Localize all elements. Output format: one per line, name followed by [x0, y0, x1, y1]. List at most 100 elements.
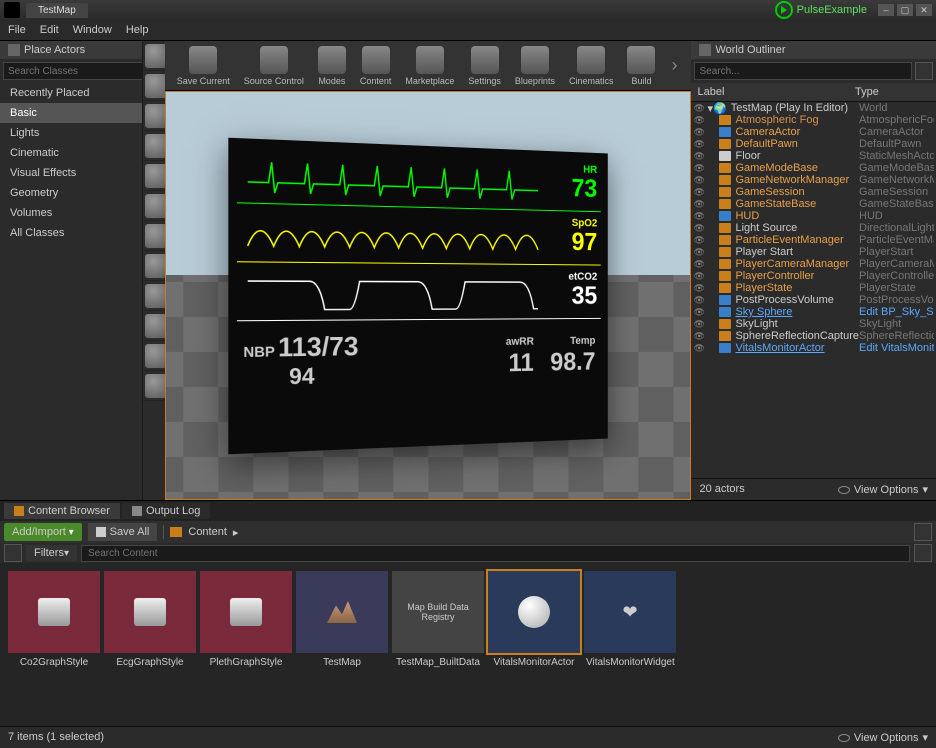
vitals-monitor: HR73 SpO297 etCO235 NBP 113/73 94 awR [228, 137, 607, 454]
toolbar-modes[interactable]: Modes [312, 44, 352, 88]
add-import-button[interactable]: Add/Import ▾ [4, 523, 82, 541]
toolbar-blueprints[interactable]: Blueprints [509, 44, 561, 88]
outliner-row[interactable]: 👁SkyLightSkyLight [691, 318, 936, 330]
toolbar-source-control[interactable]: Source Control [238, 44, 310, 88]
outliner-row[interactable]: 👁FloorStaticMeshActor [691, 150, 936, 162]
save-all-button[interactable]: Save All [88, 523, 158, 541]
content-search-icon[interactable] [914, 544, 932, 562]
pleth-wave [237, 209, 547, 263]
asset-TestMap[interactable]: TestMap [296, 571, 388, 718]
outliner-row[interactable]: 👁PlayerControllerPlayerController [691, 270, 936, 282]
asset-VitalsMonitorWidget[interactable]: ❤VitalsMonitorWidget [584, 571, 676, 718]
outliner-row[interactable]: 👁DefaultPawnDefaultPawn [691, 138, 936, 150]
output-log-tab[interactable]: Output Log [122, 503, 210, 519]
content-browser-tab[interactable]: Content Browser [4, 503, 120, 519]
outliner-col-label[interactable]: Label [697, 86, 855, 98]
actor-item[interactable]: Em [143, 41, 165, 71]
viewport[interactable]: HR73 SpO297 etCO235 NBP 113/73 94 awR [165, 91, 692, 500]
actor-item[interactable]: Sp [143, 221, 165, 251]
asset-TestMap_BuiltData[interactable]: Map Build Data RegistryTestMap_BuiltData [392, 571, 484, 718]
outliner-row[interactable]: 👁SphereReflectionCaptureSphereReflection… [691, 330, 936, 342]
outliner-row[interactable]: 👁Atmospheric FogAtmosphericFog [691, 114, 936, 126]
minimize-button[interactable]: – [878, 4, 894, 16]
actor-item[interactable]: Bo [143, 341, 165, 371]
actor-item[interactable]: Co [143, 281, 165, 311]
outliner-row[interactable]: 👁PlayerCameraManagerPlayerCameraMan [691, 258, 936, 270]
category-cinematic[interactable]: Cinematic [0, 143, 142, 163]
world-outliner-tab[interactable]: World Outliner [691, 41, 936, 59]
outliner-row[interactable]: 👁ParticleEventManagerParticleEventMana [691, 234, 936, 246]
disk-icon [96, 527, 106, 537]
actor-item[interactable]: Pla [143, 161, 165, 191]
place-actors-tab[interactable]: Place Actors [0, 41, 142, 59]
menu-window[interactable]: Window [73, 24, 112, 36]
world-outliner-panel: World Outliner Label Type 👁▾🌍TestMap (Pl… [691, 41, 936, 500]
content-count: 7 items (1 selected) [8, 731, 104, 744]
actor-item[interactable]: Em [143, 101, 165, 131]
actor-item[interactable]: Pla [143, 311, 165, 341]
lock-button[interactable] [914, 523, 932, 541]
category-all-classes[interactable]: All Classes [0, 223, 142, 243]
asset-VitalsMonitorActor[interactable]: VitalsMonitorActor [488, 571, 580, 718]
outliner-row[interactable]: 👁PostProcessVolumePostProcessVolum [691, 294, 936, 306]
maximize-button[interactable]: ▢ [897, 4, 913, 16]
toolbar-overflow[interactable]: › [663, 55, 685, 76]
category-volumes[interactable]: Volumes [0, 203, 142, 223]
outliner-view-options[interactable]: View Options▾ [838, 483, 928, 496]
category-geometry[interactable]: Geometry [0, 183, 142, 203]
folder-icon [170, 527, 182, 537]
outliner-root[interactable]: 👁▾🌍TestMap (Play In Editor)World [691, 102, 936, 114]
ecg-wave [237, 150, 547, 209]
asset-Co2GraphStyle[interactable]: Co2GraphStyle [8, 571, 100, 718]
outliner-count: 20 actors [699, 483, 744, 496]
actor-item[interactable]: Em [143, 71, 165, 101]
outliner-row[interactable]: 👁VitalsMonitorActorEdit VitalsMonito [691, 342, 936, 354]
outliner-row[interactable]: 👁Sky SphereEdit BP_Sky_Sph [691, 306, 936, 318]
outliner-row[interactable]: 👁HUDHUD [691, 210, 936, 222]
outliner-row[interactable]: 👁Player StartPlayerStart [691, 246, 936, 258]
actor-item[interactable]: Po [143, 131, 165, 161]
menubar: File Edit Window Help [0, 20, 936, 40]
close-button[interactable]: ✕ [916, 4, 932, 16]
actor-item[interactable]: Cu [143, 191, 165, 221]
outliner-search-input[interactable] [694, 62, 912, 80]
category-basic[interactable]: Basic [0, 103, 142, 123]
co2-wave [237, 268, 547, 320]
toolbar-content[interactable]: Content [354, 44, 398, 88]
search-classes-input[interactable] [3, 62, 145, 80]
content-grid: Co2GraphStyleEcgGraphStylePlethGraphStyl… [0, 563, 936, 726]
filters-button[interactable]: Filters▾ [26, 545, 77, 561]
titlebar: TestMap PulseExample – ▢ ✕ [0, 0, 936, 20]
category-recently-placed[interactable]: Recently Placed [0, 83, 142, 103]
toolbar-cinematics[interactable]: Cinematics [563, 44, 620, 88]
menu-edit[interactable]: Edit [40, 24, 59, 36]
asset-PlethGraphStyle[interactable]: PlethGraphStyle [200, 571, 292, 718]
content-view-options[interactable]: View Options▾ [838, 731, 928, 744]
actor-item[interactable]: Cyl [143, 251, 165, 281]
toolbar-settings[interactable]: Settings [462, 44, 507, 88]
asset-EcgGraphStyle[interactable]: EcgGraphStyle [104, 571, 196, 718]
outliner-row[interactable]: 👁GameNetworkManagerGameNetworkMan [691, 174, 936, 186]
project-name: PulseExample [797, 4, 867, 16]
toolbar-build[interactable]: Build [621, 44, 661, 88]
level-tab[interactable]: TestMap [26, 3, 88, 18]
category-lights[interactable]: Lights [0, 123, 142, 143]
outliner-row[interactable]: 👁PlayerStatePlayerState [691, 282, 936, 294]
outliner-row[interactable]: 👁GameSessionGameSession [691, 186, 936, 198]
menu-file[interactable]: File [8, 24, 26, 36]
toolbar-save-current[interactable]: Save Current [171, 44, 236, 88]
content-search-input[interactable] [81, 545, 910, 562]
outliner-row[interactable]: 👁CameraActorCameraActor [691, 126, 936, 138]
place-actors-panel: Place Actors Recently PlacedBasicLightsC… [0, 41, 142, 500]
outliner-col-type[interactable]: Type [855, 86, 930, 98]
outliner-row[interactable]: 👁GameStateBaseGameStateBase [691, 198, 936, 210]
outliner-row[interactable]: 👁GameModeBaseGameModeBase [691, 162, 936, 174]
breadcrumb[interactable]: Content▸ [170, 526, 238, 539]
outliner-search-opts[interactable] [915, 62, 933, 80]
sources-toggle[interactable] [4, 544, 22, 562]
menu-help[interactable]: Help [126, 24, 149, 36]
category-visual-effects[interactable]: Visual Effects [0, 163, 142, 183]
outliner-row[interactable]: 👁Light SourceDirectionalLight [691, 222, 936, 234]
actor-item[interactable]: Sp [143, 371, 165, 401]
toolbar-marketplace[interactable]: Marketplace [399, 44, 460, 88]
